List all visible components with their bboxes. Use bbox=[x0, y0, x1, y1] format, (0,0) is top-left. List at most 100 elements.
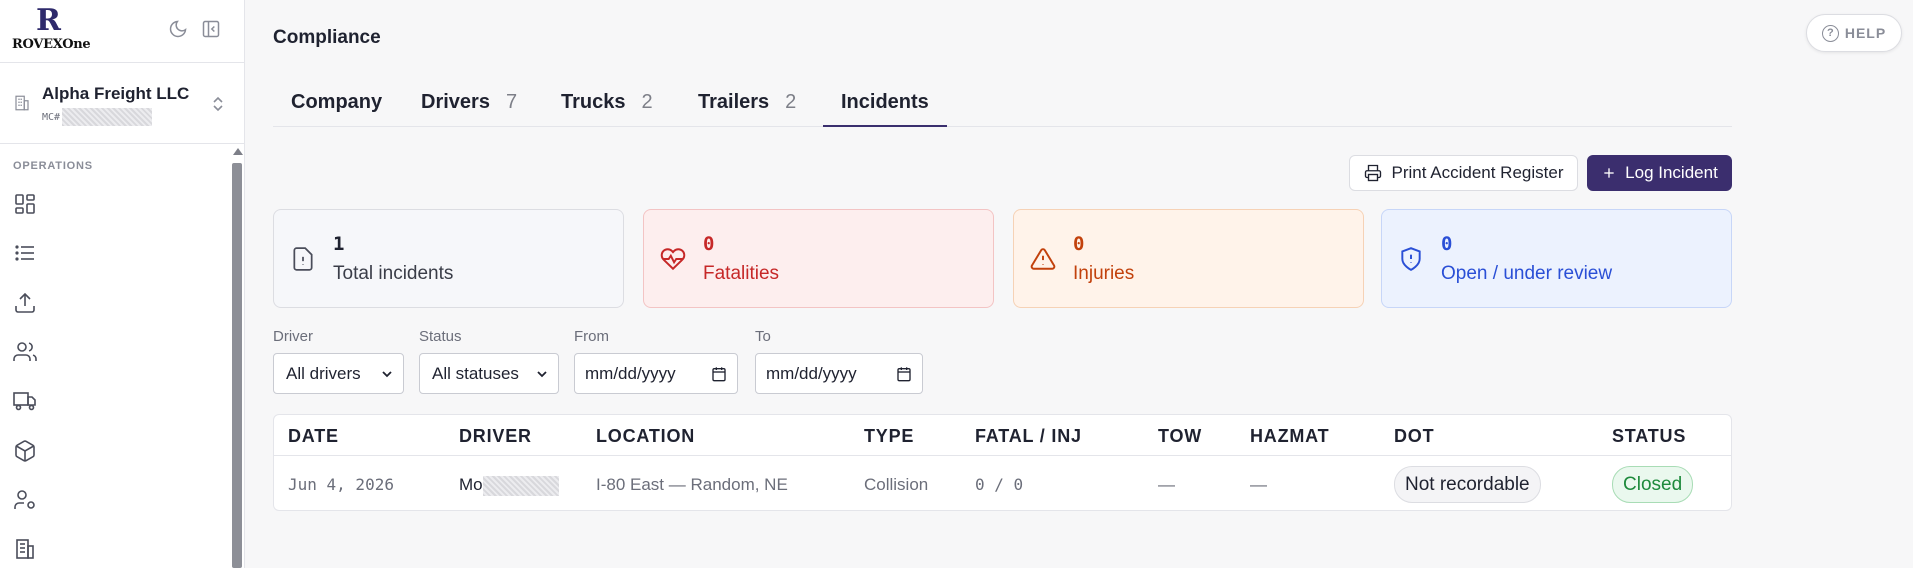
column-header-location[interactable]: LOCATION bbox=[596, 426, 695, 447]
column-header-status[interactable]: STATUS bbox=[1612, 426, 1686, 447]
incidents-table: DATE DRIVER LOCATION TYPE FATAL / INJ TO… bbox=[273, 414, 1732, 511]
cell-tow: — bbox=[1158, 475, 1175, 494]
from-date-input[interactable]: mm/dd/yyyy bbox=[574, 353, 738, 394]
stat-label: Total incidents bbox=[333, 263, 454, 284]
stat-card-open-under-review: 0 Open / under review bbox=[1381, 209, 1732, 308]
help-button[interactable]: ? HELP bbox=[1806, 14, 1902, 52]
compliance-tabs: Company Drivers 7 Trucks 2 Trailers 2 Incid… bbox=[273, 80, 1732, 127]
shield-alert-icon bbox=[1401, 247, 1421, 271]
column-header-fatal-inj[interactable]: FATAL / INJ bbox=[975, 426, 1082, 447]
tab-drivers[interactable]: Drivers 7 bbox=[421, 80, 517, 127]
log-incident-button[interactable]: Log Incident bbox=[1587, 155, 1732, 191]
status-badge: Closed bbox=[1612, 466, 1694, 503]
package-icon[interactable] bbox=[13, 439, 37, 463]
scroll-up-arrow-icon[interactable] bbox=[233, 148, 243, 155]
sidebar-scrollbar[interactable] bbox=[231, 148, 243, 568]
tab-trailers[interactable]: Trailers 2 bbox=[698, 80, 796, 127]
org-mc-prefix: MC# bbox=[42, 112, 61, 123]
tab-count: 2 bbox=[785, 91, 797, 113]
upload-icon[interactable] bbox=[13, 291, 37, 315]
column-header-tow[interactable]: TOW bbox=[1158, 426, 1202, 447]
redacted-value bbox=[482, 475, 559, 496]
brand-logo[interactable]: R ROVEXOne bbox=[12, 6, 92, 54]
tab-label: Incidents bbox=[841, 91, 929, 113]
driver-select[interactable]: All drivers bbox=[273, 353, 404, 394]
user-settings-icon[interactable] bbox=[13, 488, 37, 512]
building-nav-icon[interactable] bbox=[13, 537, 37, 561]
calendar-icon[interactable] bbox=[711, 366, 727, 382]
tab-label: Company bbox=[291, 91, 383, 113]
print-accident-register-button[interactable]: Print Accident Register bbox=[1349, 155, 1578, 191]
printer-icon bbox=[1364, 164, 1381, 182]
stat-value: 0 bbox=[703, 233, 715, 255]
tab-incidents[interactable]: Incidents bbox=[823, 80, 947, 127]
dot-badge: Not recordable bbox=[1394, 466, 1541, 503]
cell-date: Jun 4, 2026 bbox=[288, 475, 394, 494]
stat-label: Open / under review bbox=[1441, 263, 1613, 284]
tab-label: Trailers bbox=[698, 91, 770, 113]
chevron-down-icon bbox=[537, 370, 547, 377]
cell-fatal-inj: 0 / 0 bbox=[975, 475, 1024, 494]
log-incident-label: Log Incident bbox=[1625, 163, 1718, 182]
stat-card-total-incidents: 1 Total incidents bbox=[273, 209, 624, 308]
dashboard-icon[interactable] bbox=[13, 192, 37, 216]
stat-card-injuries: 0 Injuries bbox=[1013, 209, 1364, 308]
heart-pulse-icon bbox=[660, 248, 686, 271]
column-header-hazmat[interactable]: HAZMAT bbox=[1250, 426, 1329, 447]
question-icon: ? bbox=[1821, 24, 1839, 42]
scroll-thumb[interactable] bbox=[232, 163, 242, 568]
plus-icon bbox=[1604, 168, 1614, 178]
stat-label: Fatalities bbox=[703, 263, 780, 284]
org-name: Alpha Freight LLC bbox=[42, 84, 190, 103]
tab-label: Trucks bbox=[561, 91, 626, 113]
collapse-sidebar-icon[interactable] bbox=[201, 19, 221, 39]
stat-card-fatalities: 0 Fatalities bbox=[643, 209, 994, 308]
status-select-value: All statuses bbox=[432, 363, 519, 383]
file-alert-icon bbox=[293, 247, 313, 271]
chevron-up-down-icon bbox=[213, 96, 223, 112]
tab-company[interactable]: Company bbox=[291, 80, 382, 127]
help-label: HELP bbox=[1844, 25, 1887, 41]
cell-location: I-80 East — Random, NE bbox=[596, 475, 788, 494]
column-header-dot[interactable]: DOT bbox=[1394, 426, 1434, 447]
stat-label: Injuries bbox=[1073, 263, 1135, 284]
org-mc-number: MC# bbox=[42, 108, 153, 126]
driver-filter-label: Driver bbox=[273, 328, 313, 345]
list-icon[interactable] bbox=[13, 241, 37, 265]
cell-type: Collision bbox=[864, 475, 929, 494]
status-select[interactable]: All statuses bbox=[419, 353, 559, 394]
brand-logo-mark: R bbox=[36, 3, 61, 38]
stat-value: 0 bbox=[1441, 233, 1453, 255]
org-switcher[interactable]: Alpha Freight LLC MC# bbox=[0, 63, 245, 143]
driver-select-value: All drivers bbox=[286, 363, 361, 383]
tab-count: 7 bbox=[505, 91, 518, 113]
to-filter-label: To bbox=[755, 328, 771, 345]
tab-label: Drivers bbox=[421, 91, 490, 113]
sidebar: R ROVEXOne Alpha Freight LLC MC# OPERATI… bbox=[0, 0, 245, 568]
cell-driver: Mo bbox=[459, 475, 559, 496]
tab-trucks[interactable]: Trucks 2 bbox=[561, 80, 653, 127]
stat-value: 0 bbox=[1073, 233, 1085, 255]
status-filter-label: Status bbox=[419, 328, 462, 345]
moon-icon[interactable] bbox=[168, 19, 188, 39]
stat-value: 1 bbox=[333, 233, 345, 255]
from-filter-label: From bbox=[574, 328, 609, 345]
from-date-value: mm/dd/yyyy bbox=[585, 363, 676, 383]
print-label: Print Accident Register bbox=[1391, 163, 1564, 182]
calendar-icon[interactable] bbox=[896, 366, 912, 382]
column-header-driver[interactable]: DRIVER bbox=[459, 426, 532, 447]
redacted-value bbox=[62, 108, 153, 126]
header-divider bbox=[274, 455, 1731, 456]
column-header-date[interactable]: DATE bbox=[288, 426, 339, 447]
building-icon bbox=[15, 95, 29, 111]
warning-triangle-icon bbox=[1030, 248, 1056, 270]
cell-hazmat: — bbox=[1250, 475, 1267, 494]
to-date-input[interactable]: mm/dd/yyyy bbox=[755, 353, 923, 394]
users-icon[interactable] bbox=[13, 340, 37, 364]
driver-name: Mo bbox=[459, 475, 483, 494]
truck-icon[interactable] bbox=[13, 389, 37, 413]
column-header-type[interactable]: TYPE bbox=[864, 426, 914, 447]
divider bbox=[0, 143, 245, 144]
page-title: Compliance bbox=[273, 27, 381, 48]
section-label-operations: OPERATIONS bbox=[13, 160, 93, 172]
